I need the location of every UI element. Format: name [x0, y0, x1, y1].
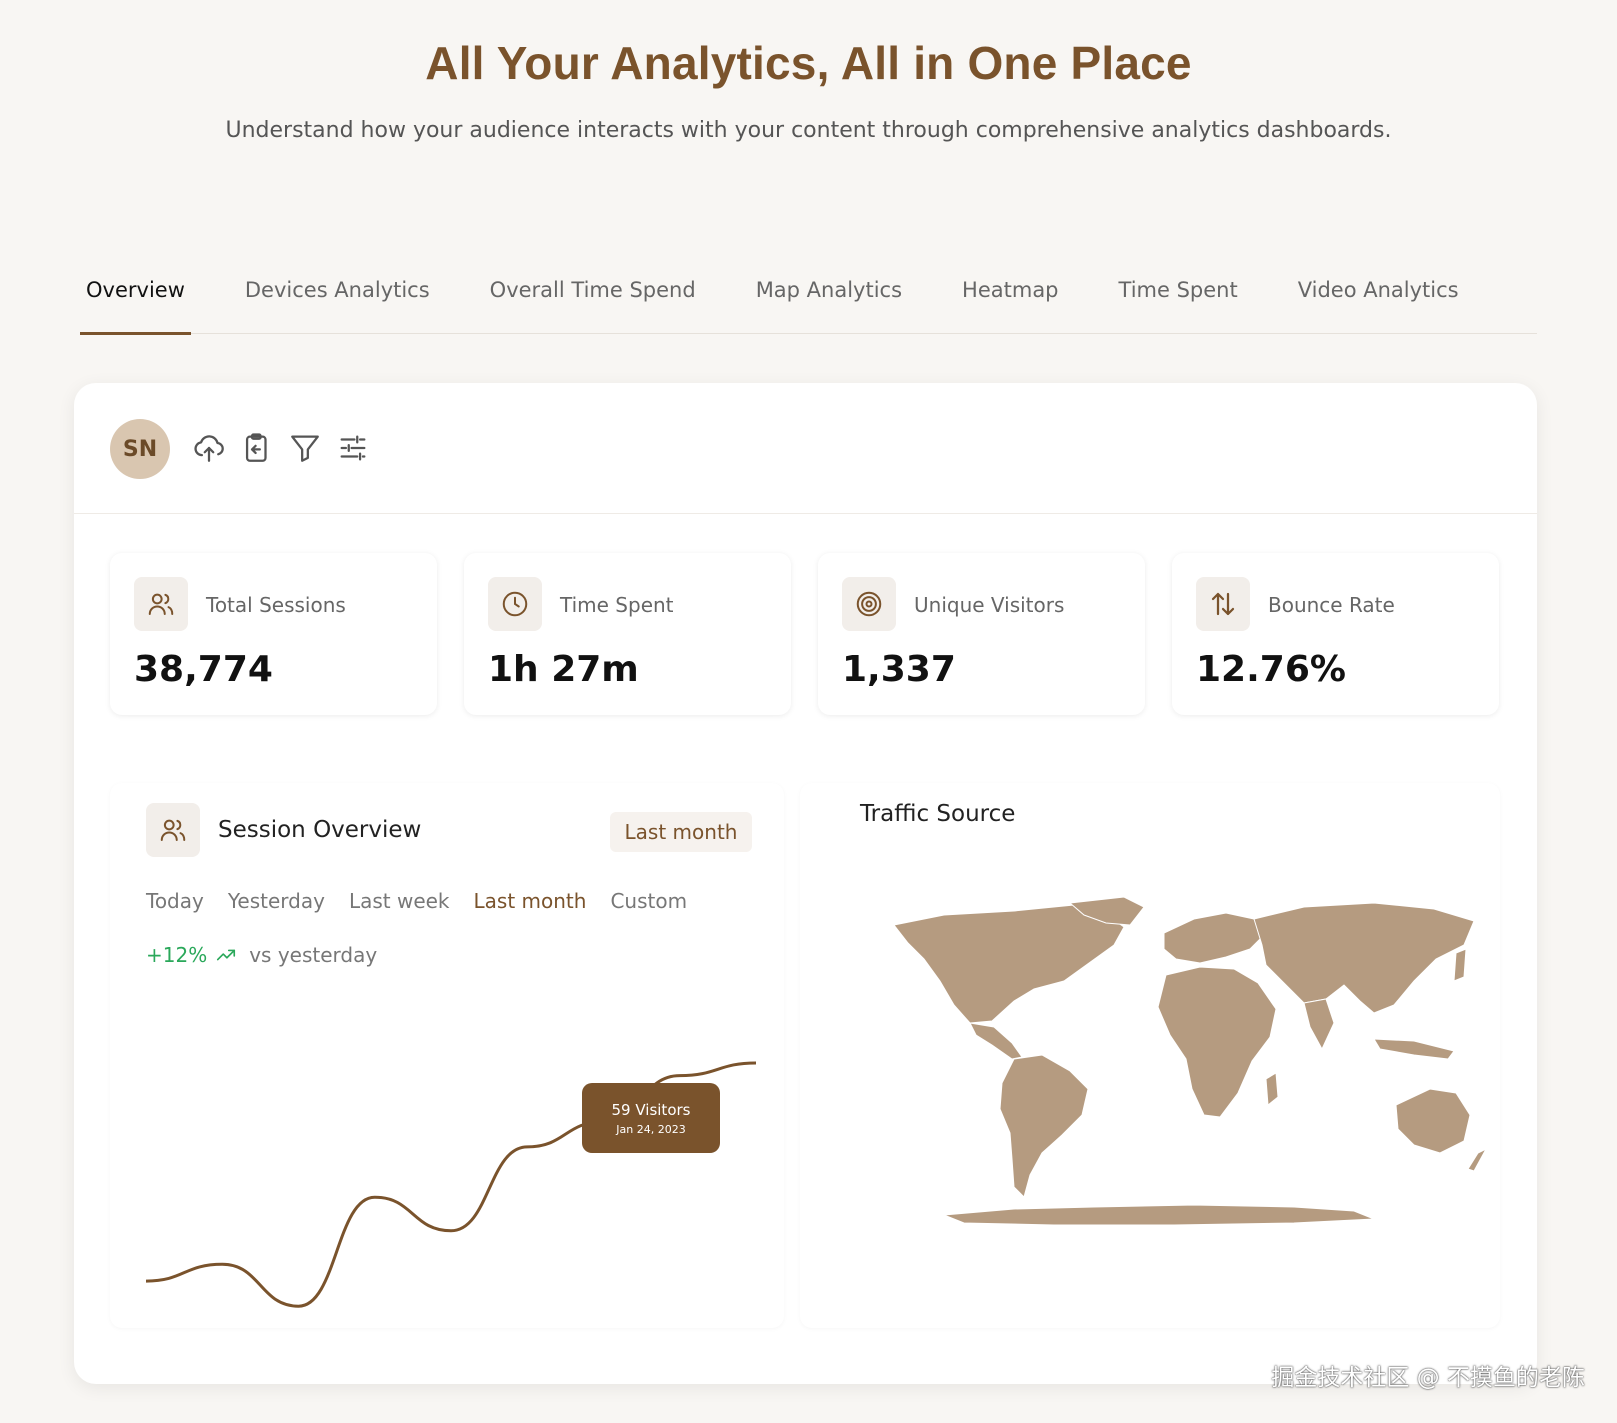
tab-video-analytics[interactable]: Video Analytics [1292, 270, 1465, 334]
tooltip-value: 59 Visitors [611, 1101, 691, 1119]
avatar[interactable]: SN [110, 419, 170, 479]
map-europe [1163, 912, 1265, 964]
sliders-icon[interactable] [336, 431, 370, 465]
target-icon [842, 577, 896, 631]
stat-card-total-sessions: Total Sessions 38,774 [110, 553, 437, 715]
range-yesterday[interactable]: Yesterday [228, 889, 325, 913]
dashboard-panel: SN Total Sessions 38,774 Time Spent 1h 2… [74, 383, 1537, 1384]
map-south-america [999, 1054, 1089, 1198]
map-asia [1253, 902, 1475, 1014]
toolbar: SN [74, 383, 1537, 514]
map-indonesia [1373, 1038, 1455, 1060]
session-overview-title: Session Overview [218, 817, 422, 843]
map-antarctica [943, 1204, 1375, 1226]
stat-card-bounce-rate: Bounce Rate 12.76% [1172, 553, 1499, 715]
map-africa [1157, 966, 1277, 1118]
stat-value: 12.76% [1196, 649, 1346, 690]
range-today[interactable]: Today [146, 889, 204, 913]
map-australia [1395, 1088, 1471, 1154]
stat-label: Bounce Rate [1268, 593, 1395, 617]
stat-label: Time Spent [560, 593, 674, 617]
range-last-week[interactable]: Last week [349, 889, 450, 913]
tab-map-analytics[interactable]: Map Analytics [750, 270, 908, 334]
filter-icon[interactable] [288, 431, 322, 465]
stat-value: 38,774 [134, 649, 273, 690]
page-subtitle: Understand how your audience interacts w… [225, 118, 1392, 143]
stat-card-time-spent: Time Spent 1h 27m [464, 553, 791, 715]
tab-devices-analytics[interactable]: Devices Analytics [239, 270, 436, 334]
range-select-button[interactable]: Last month [610, 812, 752, 852]
tooltip-date: Jan 24, 2023 [616, 1123, 686, 1136]
upload-cloud-icon[interactable] [192, 431, 226, 465]
page-title: All Your Analytics, All in One Place [425, 37, 1192, 89]
range-custom[interactable]: Custom [610, 889, 687, 913]
map-north-america [893, 904, 1125, 1024]
map-central-america [969, 1022, 1023, 1060]
chart-tooltip: 59 Visitors Jan 24, 2023 [582, 1083, 720, 1153]
trend-comparison: vs yesterday [249, 943, 378, 967]
world-map [893, 896, 1488, 1226]
clock-icon [488, 577, 542, 631]
trend-indicator: +12% vs yesterday [146, 943, 377, 967]
map-india [1303, 998, 1335, 1051]
map-new-zealand [1467, 1147, 1488, 1172]
stat-label: Unique Visitors [914, 593, 1065, 617]
map-japan [1453, 948, 1467, 982]
arrows-up-down-icon [1196, 577, 1250, 631]
tab-heatmap[interactable]: Heatmap [956, 270, 1064, 334]
stat-card-unique-visitors: Unique Visitors 1,337 [818, 553, 1145, 715]
map-madagascar [1265, 1072, 1279, 1106]
range-options: Today Yesterday Last week Last month Cus… [146, 889, 711, 913]
range-last-month[interactable]: Last month [474, 889, 587, 913]
traffic-source-title: Traffic Source [860, 801, 1016, 827]
users-icon [134, 577, 188, 631]
tab-overview[interactable]: Overview [80, 270, 191, 335]
stat-value: 1h 27m [488, 649, 639, 690]
tab-overall-time-spend[interactable]: Overall Time Spend [484, 270, 702, 334]
tab-time-spent[interactable]: Time Spent [1113, 270, 1244, 334]
watermark: 掘金技术社区 @ 不摸鱼的老陈 [1271, 1365, 1585, 1391]
stat-value: 1,337 [842, 649, 956, 690]
stat-label: Total Sessions [206, 593, 346, 617]
clipboard-icon[interactable] [240, 431, 274, 465]
trend-percentage: +12% [146, 943, 208, 967]
trending-up-icon [217, 949, 236, 961]
users-icon [146, 803, 200, 857]
session-line-chart [146, 1061, 757, 1308]
tab-bar: Overview Devices Analytics Overall Time … [80, 270, 1537, 335]
